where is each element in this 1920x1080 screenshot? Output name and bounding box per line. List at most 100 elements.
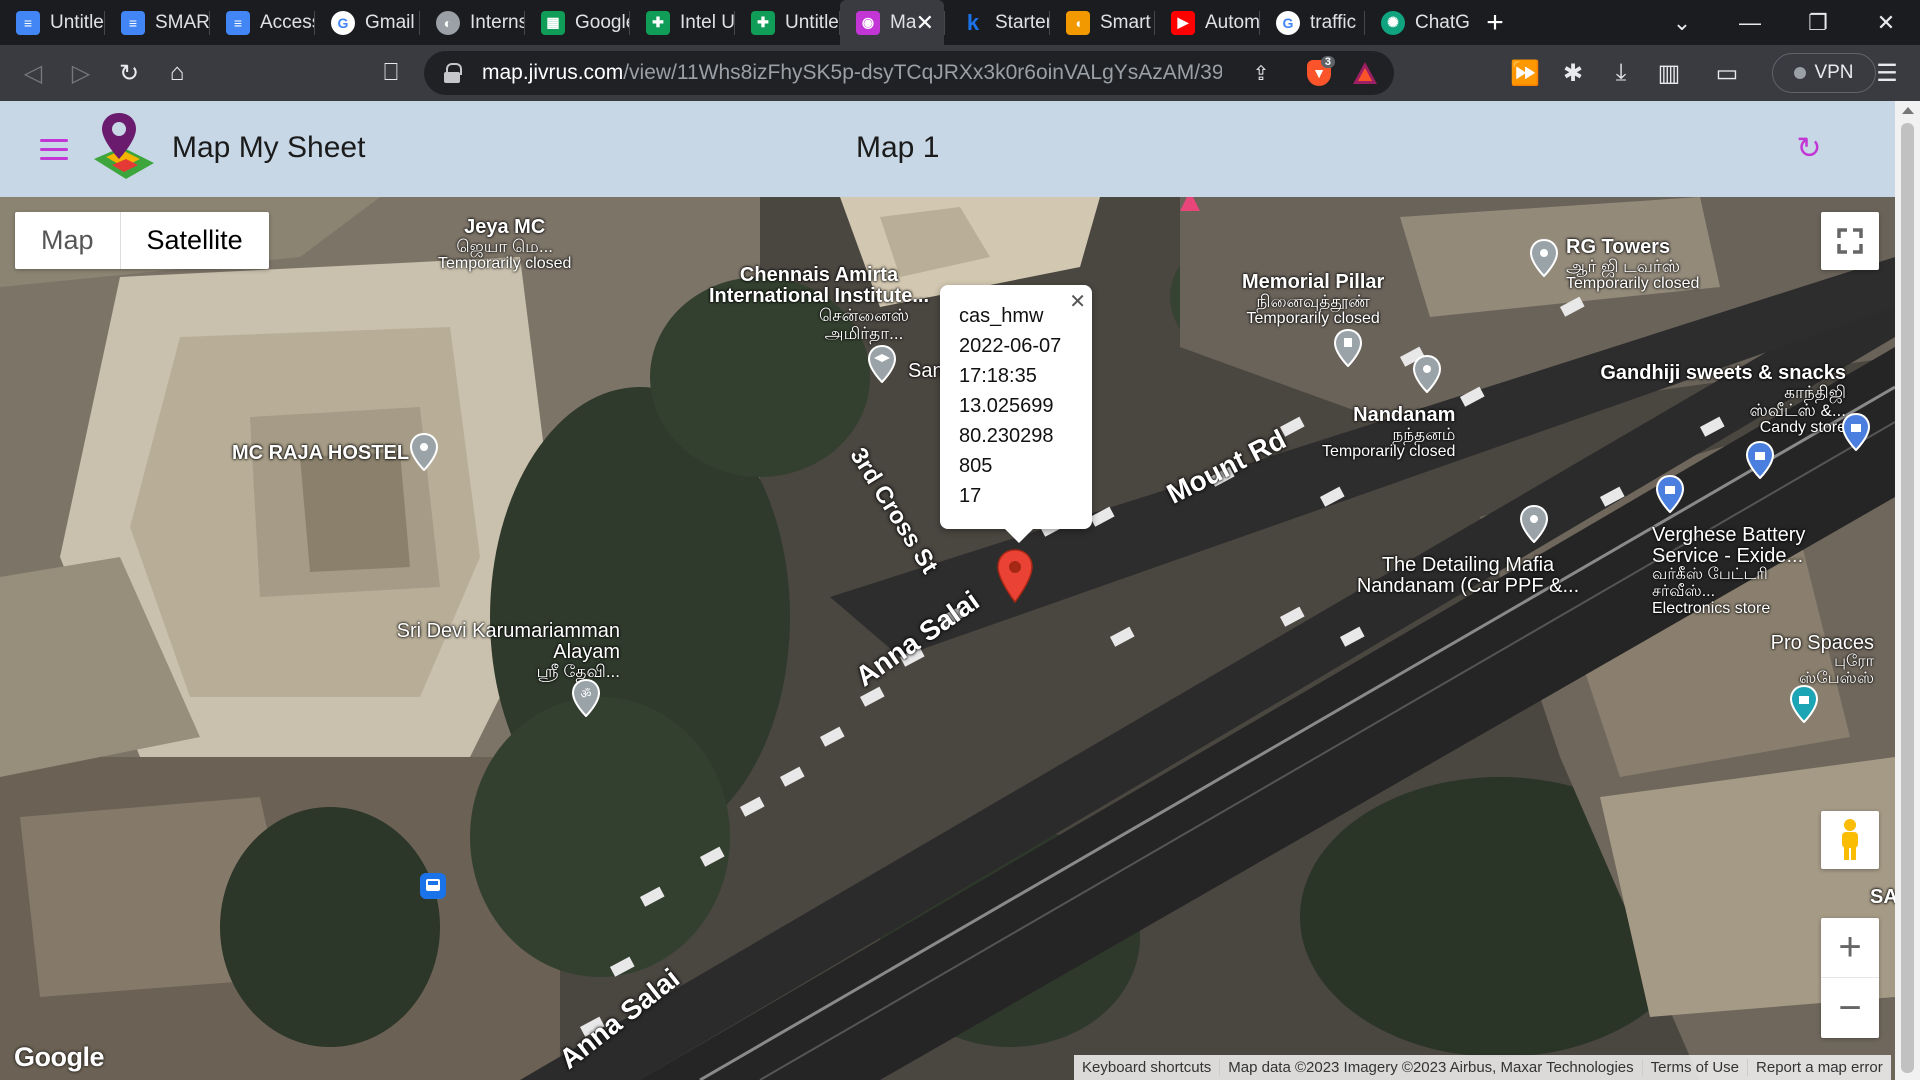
browser-tab-strip: ≡ Untitle ≡ SMART ≡ Access G Gmail ◐ Interns ▦ Goog…: [0, 0, 1920, 45]
place-label-san[interactable]: San: [908, 361, 944, 382]
back-button[interactable]: ◁: [8, 45, 58, 101]
shopping-pin-icon[interactable]: [1746, 441, 1774, 479]
browser-tab[interactable]: k Starter: [945, 0, 1049, 45]
place-label-sa[interactable]: SA: [1870, 887, 1895, 908]
place-label-detailing-mafia[interactable]: The Detailing Mafia Nandanam (Car PPF &.…: [1348, 555, 1588, 597]
shopping-pin-icon[interactable]: [1842, 413, 1870, 451]
docs-icon: ≡: [121, 10, 145, 35]
address-bar[interactable]: map.jivrus.com/view/11Whs8izFhySK5p-dsyT…: [424, 51, 1394, 95]
page-scrollbar[interactable]: [1895, 101, 1920, 1080]
place-label-gandhiji-sweets[interactable]: Gandhiji sweets & snacks காந்திஜி ஸ்வீட்…: [1556, 363, 1846, 436]
browser-tab-label: traffic: [1310, 11, 1357, 33]
info-line: 2022-06-07: [959, 335, 1062, 357]
browser-tab-label: Intel U: [680, 11, 734, 33]
zoom-out-button[interactable]: −: [1821, 978, 1879, 1038]
scroll-up-arrow[interactable]: [1902, 107, 1914, 114]
place-label-jeya-mc[interactable]: Jeya MC ஜெயா மெ... Temporarily closed: [438, 217, 571, 273]
refresh-icon[interactable]: ↻: [1794, 134, 1824, 164]
map-canvas[interactable]: Map Satellite Jeya MC ஜெயா மெ... Tempora…: [0, 197, 1895, 1080]
scrollbar-thumb[interactable]: [1901, 123, 1914, 1073]
place-label-sri-devi-karumariamman[interactable]: Sri Devi Karumariamman Alayam ஸ்ரீ தேவி.…: [388, 621, 620, 681]
browser-tab[interactable]: ✺ ChatGI: [1365, 0, 1469, 45]
minimize-button[interactable]: —: [1716, 0, 1784, 45]
browser-tab[interactable]: ≡ SMART: [105, 0, 209, 45]
restore-button[interactable]: ❐: [1784, 0, 1852, 45]
info-line: 805: [959, 455, 993, 477]
store-pin-icon[interactable]: [1790, 685, 1818, 723]
place-label-verghese-battery[interactable]: Verghese Battery Service - Exide... வர்க…: [1652, 525, 1822, 617]
browser-tab[interactable]: ≡ Untitle: [0, 0, 104, 45]
close-tab-icon[interactable]: ✕: [916, 10, 934, 36]
map-view-button[interactable]: Map: [15, 212, 120, 269]
browser-toolbar: ◁ ▷ ↻ ⌂ ⎕ map.jivrus.com/view/11Whs8izFh…: [0, 45, 1920, 101]
sidebar-icon[interactable]: ▥: [1644, 45, 1694, 101]
zoom-control: + −: [1821, 918, 1879, 1038]
place-label-memorial-pillar[interactable]: Memorial Pillar நினைவுத்தூண் Temporarily…: [1242, 272, 1384, 328]
school-pin-icon[interactable]: [868, 345, 896, 383]
browser-tab-label: Google: [575, 11, 629, 33]
place-label-nandanam[interactable]: Nandanam நந்தனம் Temporarily closed: [1322, 405, 1455, 461]
menu-icon[interactable]: ☰: [1862, 45, 1912, 101]
browser-tab[interactable]: ▶ Autom: [1155, 0, 1259, 45]
vpn-status-dot: [1794, 67, 1807, 79]
bookmark-icon[interactable]: ⎕: [366, 45, 416, 101]
map-attribution-bar: Keyboard shortcuts Map data ©2023 Imager…: [1074, 1055, 1891, 1080]
browser-tab[interactable]: ▦ Google: [525, 0, 629, 45]
pegman-icon: [1842, 819, 1858, 860]
url-text[interactable]: map.jivrus.com/view/11Whs8izFhySK5p-dsyT…: [482, 61, 1222, 85]
extensions-icon[interactable]: ✱: [1548, 45, 1598, 101]
fullscreen-button[interactable]: [1821, 212, 1879, 270]
browser-tab[interactable]: G Gmail: [315, 0, 419, 45]
keyboard-shortcuts-link[interactable]: Keyboard shortcuts: [1074, 1059, 1221, 1076]
vpn-button[interactable]: VPN: [1772, 53, 1876, 93]
zoom-in-button[interactable]: +: [1821, 918, 1879, 978]
home-button[interactable]: ⌂: [152, 45, 202, 101]
place-label-chennais-amirta[interactable]: Chennais Amirta International Institute.…: [704, 265, 934, 343]
lock-icon[interactable]: [444, 63, 462, 83]
place-pin-icon[interactable]: [1413, 355, 1441, 393]
hamburger-menu-icon[interactable]: [40, 139, 68, 161]
place-pin-icon[interactable]: [1530, 239, 1558, 277]
browser-tab[interactable]: ≡ Access: [210, 0, 314, 45]
close-window-button[interactable]: ✕: [1852, 0, 1920, 45]
google-icon: G: [1276, 10, 1300, 35]
browser-tab[interactable]: ◉ Ma ✕: [840, 0, 944, 45]
place-pin-icon[interactable]: [1520, 505, 1548, 543]
browser-tab[interactable]: ◐ Interns: [420, 0, 524, 45]
fast-forward-icon[interactable]: ⏩: [1500, 45, 1550, 101]
place-pin-icon[interactable]: [410, 433, 438, 471]
close-icon[interactable]: ✕: [1069, 289, 1086, 314]
download-icon[interactable]: ⤓: [1596, 45, 1646, 101]
forward-button[interactable]: ▷: [56, 45, 106, 101]
place-label-mc-raja-hostel[interactable]: MC RAJA HOSTEL: [232, 443, 409, 464]
google-logo[interactable]: Google: [14, 1042, 105, 1073]
youtube-icon: ▶: [1171, 10, 1195, 35]
wallet-icon[interactable]: ▭: [1702, 45, 1752, 101]
tab-search-icon[interactable]: ⌄: [1648, 0, 1716, 45]
place-label-rg-towers[interactable]: RG Towers ஆர் ஜி டவர்ஸ் Temporarily clos…: [1566, 237, 1699, 293]
marker-info-window: ✕ cas_hmw 2022-06-07 17:18:35 13.025699 …: [940, 285, 1092, 543]
place-label-pro-spaces[interactable]: Pro Spaces புரோ ஸ்பேஸ்ஸ்: [1754, 633, 1874, 688]
share-icon[interactable]: ⇪: [1246, 59, 1276, 87]
k-icon: k: [966, 9, 980, 35]
browser-tab-label: Ma: [890, 11, 917, 33]
app-title: Map My Sheet: [172, 131, 366, 164]
brave-rewards-icon[interactable]: [1350, 59, 1380, 87]
terms-of-use-link[interactable]: Terms of Use: [1643, 1059, 1749, 1076]
browser-tab[interactable]: Gtraffic: [1260, 0, 1364, 45]
brave-shields-icon[interactable]: ▼ 3: [1304, 56, 1335, 87]
bus-stop-icon[interactable]: [420, 873, 446, 899]
browser-tab[interactable]: ✚ Intel U: [630, 0, 734, 45]
browser-tab[interactable]: ◖ Smart: [1050, 0, 1154, 45]
shopping-pin-icon[interactable]: [1656, 475, 1684, 513]
new-tab-button[interactable]: +: [1473, 0, 1517, 45]
reload-button[interactable]: ↻: [104, 45, 154, 101]
browser-tab[interactable]: ✚ Untitle: [735, 0, 839, 45]
red-map-marker-icon[interactable]: [995, 548, 1035, 604]
satellite-view-button[interactable]: Satellite: [119, 212, 269, 269]
monument-pin-icon[interactable]: [1334, 329, 1362, 367]
browser-tab-label: Starter: [995, 11, 1049, 33]
report-map-error-link[interactable]: Report a map error: [1748, 1059, 1891, 1076]
temple-pin-icon[interactable]: ॐ: [572, 679, 600, 717]
street-view-pegman-button[interactable]: [1821, 811, 1879, 869]
